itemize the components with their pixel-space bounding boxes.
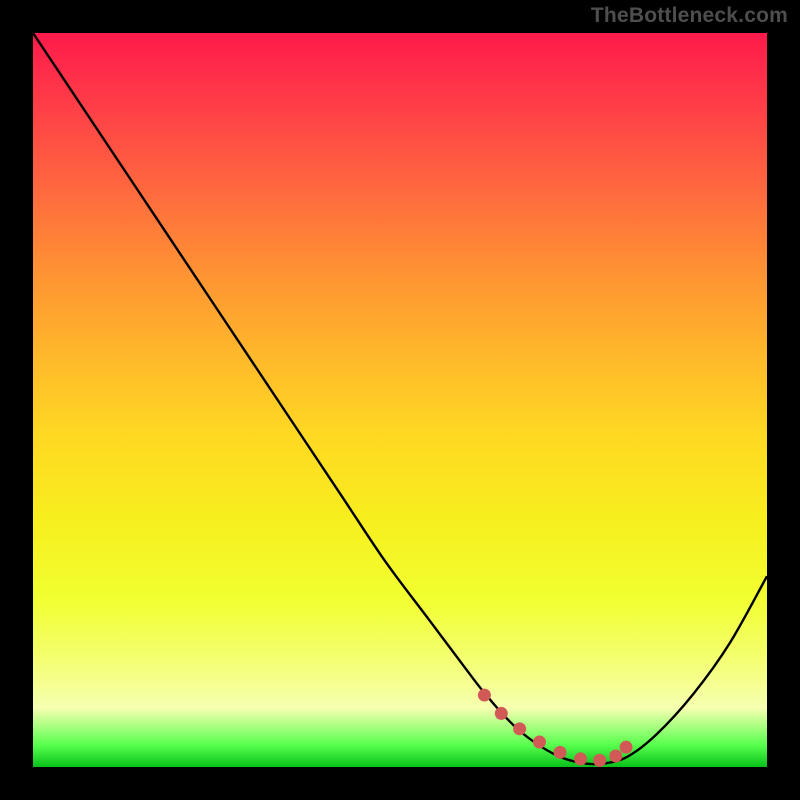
marker-dots [478,689,633,767]
curve-svg [33,33,767,767]
marker-dot [478,689,491,702]
watermark-text: TheBottleneck.com [591,4,788,28]
marker-dot [574,752,587,765]
marker-dot [554,746,567,759]
marker-dot [609,749,622,762]
figure-frame: TheBottleneck.com [0,0,800,800]
marker-dot [620,741,633,754]
plot-area [33,33,767,767]
marker-dot [593,754,606,767]
bottleneck-curve [33,33,767,764]
marker-dot [513,722,526,735]
marker-dot [495,707,508,720]
marker-dot [533,736,546,749]
